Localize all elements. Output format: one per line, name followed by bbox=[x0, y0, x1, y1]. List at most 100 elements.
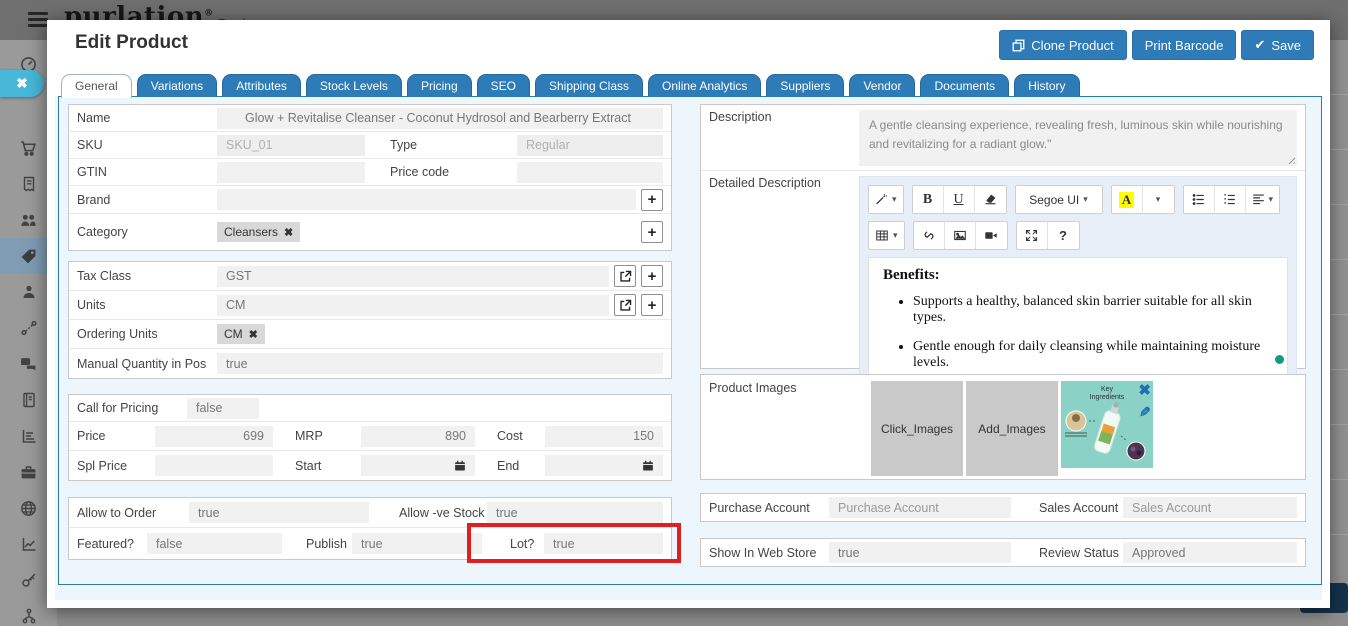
end-date-input[interactable] bbox=[545, 455, 663, 476]
ordering-units-chip[interactable]: CM✖ bbox=[217, 324, 265, 344]
paragraph-align-button[interactable]: ▾ bbox=[1246, 186, 1280, 213]
tab-history[interactable]: History bbox=[1014, 74, 1079, 97]
tab-online-analytics[interactable]: Online Analytics bbox=[648, 74, 761, 97]
units-input[interactable]: CM bbox=[217, 295, 609, 316]
caret-down-icon: ▾ bbox=[1083, 194, 1088, 205]
unordered-list-button[interactable] bbox=[1184, 186, 1215, 213]
sku-input[interactable]: SKU_01 bbox=[217, 135, 365, 156]
manual-qty-input[interactable]: true bbox=[217, 353, 663, 374]
product-image-thumbnail[interactable]: Key Ingredients bbox=[1061, 381, 1153, 468]
publish-label: Publish bbox=[282, 537, 352, 551]
bold-button[interactable]: B bbox=[913, 186, 944, 213]
add-units-button[interactable]: + bbox=[641, 294, 663, 316]
edit-image-icon[interactable]: ✎ bbox=[1139, 405, 1151, 419]
open-tax-class-button[interactable] bbox=[614, 265, 636, 287]
category-chip[interactable]: Cleansers✖ bbox=[217, 222, 300, 242]
tab-seo[interactable]: SEO bbox=[477, 74, 530, 97]
caret-down-icon: ▾ bbox=[1269, 194, 1274, 205]
ordered-list-button[interactable] bbox=[1215, 186, 1246, 213]
table-icon bbox=[875, 229, 889, 242]
open-units-button[interactable] bbox=[614, 294, 636, 316]
editor-content[interactable]: Benefits: Supports a healthy, balanced s… bbox=[868, 257, 1288, 391]
gtin-input[interactable] bbox=[217, 162, 365, 183]
chip-remove-icon[interactable]: ✖ bbox=[284, 226, 293, 239]
name-input[interactable]: Glow + Revitalise Cleanser - Coconut Hyd… bbox=[217, 108, 663, 129]
insert-image-button[interactable] bbox=[945, 222, 976, 249]
tab-general[interactable]: General bbox=[61, 74, 132, 98]
save-button[interactable]: ✔ Save bbox=[1241, 30, 1314, 60]
editor-heading: Benefits: bbox=[883, 267, 1273, 284]
hamburger-menu-icon[interactable] bbox=[28, 12, 48, 28]
review-status-input[interactable]: Approved bbox=[1123, 542, 1297, 563]
gtin-label: GTIN bbox=[77, 165, 217, 179]
description-row: Description A gentle cleansing experienc… bbox=[701, 105, 1305, 171]
allow-to-order-input[interactable]: true bbox=[189, 502, 369, 523]
underline-button[interactable]: U bbox=[944, 186, 975, 213]
show-in-web-store-input[interactable]: true bbox=[829, 542, 1011, 563]
tab-shipping-class[interactable]: Shipping Class bbox=[535, 74, 643, 97]
clear-format-button[interactable] bbox=[975, 186, 1006, 213]
start-date-input[interactable] bbox=[361, 455, 475, 476]
fullscreen-button[interactable] bbox=[1017, 222, 1048, 249]
publish-input[interactable]: true bbox=[352, 533, 482, 554]
lot-input[interactable]: true bbox=[544, 533, 663, 554]
editor-help-button[interactable]: ? bbox=[1048, 222, 1079, 249]
brand-label: Brand bbox=[77, 193, 217, 207]
insert-table-button[interactable]: ▾ bbox=[869, 222, 904, 249]
price-input[interactable]: 699 bbox=[155, 426, 273, 447]
modal-title: Edit Product bbox=[75, 32, 188, 54]
allow-neg-stock-input[interactable]: true bbox=[487, 502, 663, 523]
tab-vendor[interactable]: Vendor bbox=[849, 74, 915, 97]
call-for-pricing-input[interactable]: false bbox=[187, 398, 259, 419]
calendar-icon[interactable] bbox=[454, 460, 466, 472]
font-family-select[interactable]: Segoe UI ▾ bbox=[1016, 186, 1102, 213]
brand-input[interactable] bbox=[217, 189, 636, 210]
image-placeholder-click[interactable]: Click_Images bbox=[871, 381, 963, 476]
insert-link-button[interactable] bbox=[914, 222, 945, 249]
allow-to-order-label: Allow to Order bbox=[77, 506, 189, 520]
tab-pricing[interactable]: Pricing bbox=[407, 74, 472, 97]
image-placeholder-add[interactable]: Add_Images bbox=[966, 381, 1058, 476]
clone-product-button[interactable]: Clone Product bbox=[999, 30, 1126, 60]
type-input[interactable]: Regular bbox=[517, 135, 663, 156]
font-color-dropdown[interactable]: ▾ bbox=[1143, 186, 1174, 213]
add-tax-class-button[interactable]: + bbox=[641, 265, 663, 287]
tab-stock-levels[interactable]: Stock Levels bbox=[306, 74, 402, 97]
print-barcode-button[interactable]: Print Barcode bbox=[1132, 30, 1237, 60]
font-color-button[interactable]: A bbox=[1112, 186, 1143, 213]
image-caption: Key bbox=[1101, 386, 1114, 393]
close-panel-button[interactable]: ✖ bbox=[0, 70, 44, 97]
rich-text-editor: ▾ B U Segoe UI ▾ bbox=[859, 176, 1297, 405]
remove-image-icon[interactable]: ✖ bbox=[1138, 383, 1151, 398]
link-icon bbox=[922, 229, 936, 242]
price-label: Price bbox=[77, 429, 155, 443]
insert-video-button[interactable] bbox=[976, 222, 1007, 249]
price-code-input[interactable] bbox=[517, 162, 663, 183]
purchase-account-input[interactable]: Purchase Account bbox=[829, 497, 1011, 518]
tab-suppliers[interactable]: Suppliers bbox=[766, 74, 844, 97]
splprice-start-end-row: Spl Price Start End bbox=[69, 451, 671, 480]
featured-input[interactable]: false bbox=[147, 533, 282, 554]
add-brand-button[interactable]: + bbox=[641, 189, 663, 211]
price-code-label: Price code bbox=[365, 165, 517, 179]
tax-class-input[interactable]: GST bbox=[217, 266, 609, 287]
units-row: Units CM + bbox=[69, 291, 671, 320]
description-textarea[interactable]: A gentle cleansing experience, revealing… bbox=[859, 110, 1297, 166]
mrp-input[interactable]: 890 bbox=[361, 426, 475, 447]
chip-remove-icon[interactable]: ✖ bbox=[249, 328, 258, 341]
add-category-button[interactable]: + bbox=[641, 221, 663, 243]
cost-input[interactable]: 150 bbox=[545, 426, 663, 447]
calendar-icon[interactable] bbox=[642, 460, 654, 472]
tab-documents[interactable]: Documents bbox=[920, 74, 1009, 97]
tab-attributes[interactable]: Attributes bbox=[222, 74, 301, 97]
plus-icon: + bbox=[648, 224, 657, 241]
style-magic-button[interactable]: ▾ bbox=[869, 186, 903, 213]
identity-fieldbox: Name Glow + Revitalise Cleanser - Coconu… bbox=[68, 104, 672, 251]
spl-price-input[interactable] bbox=[155, 455, 273, 476]
manual-qty-label: Manual Quantity in Pos bbox=[77, 357, 217, 371]
tab-variations[interactable]: Variations bbox=[137, 74, 217, 97]
units-label: Units bbox=[77, 298, 217, 312]
resize-handle-icon[interactable] bbox=[1286, 155, 1295, 164]
check-icon: ✔ bbox=[1254, 37, 1265, 53]
sales-account-input[interactable]: Sales Account bbox=[1123, 497, 1297, 518]
